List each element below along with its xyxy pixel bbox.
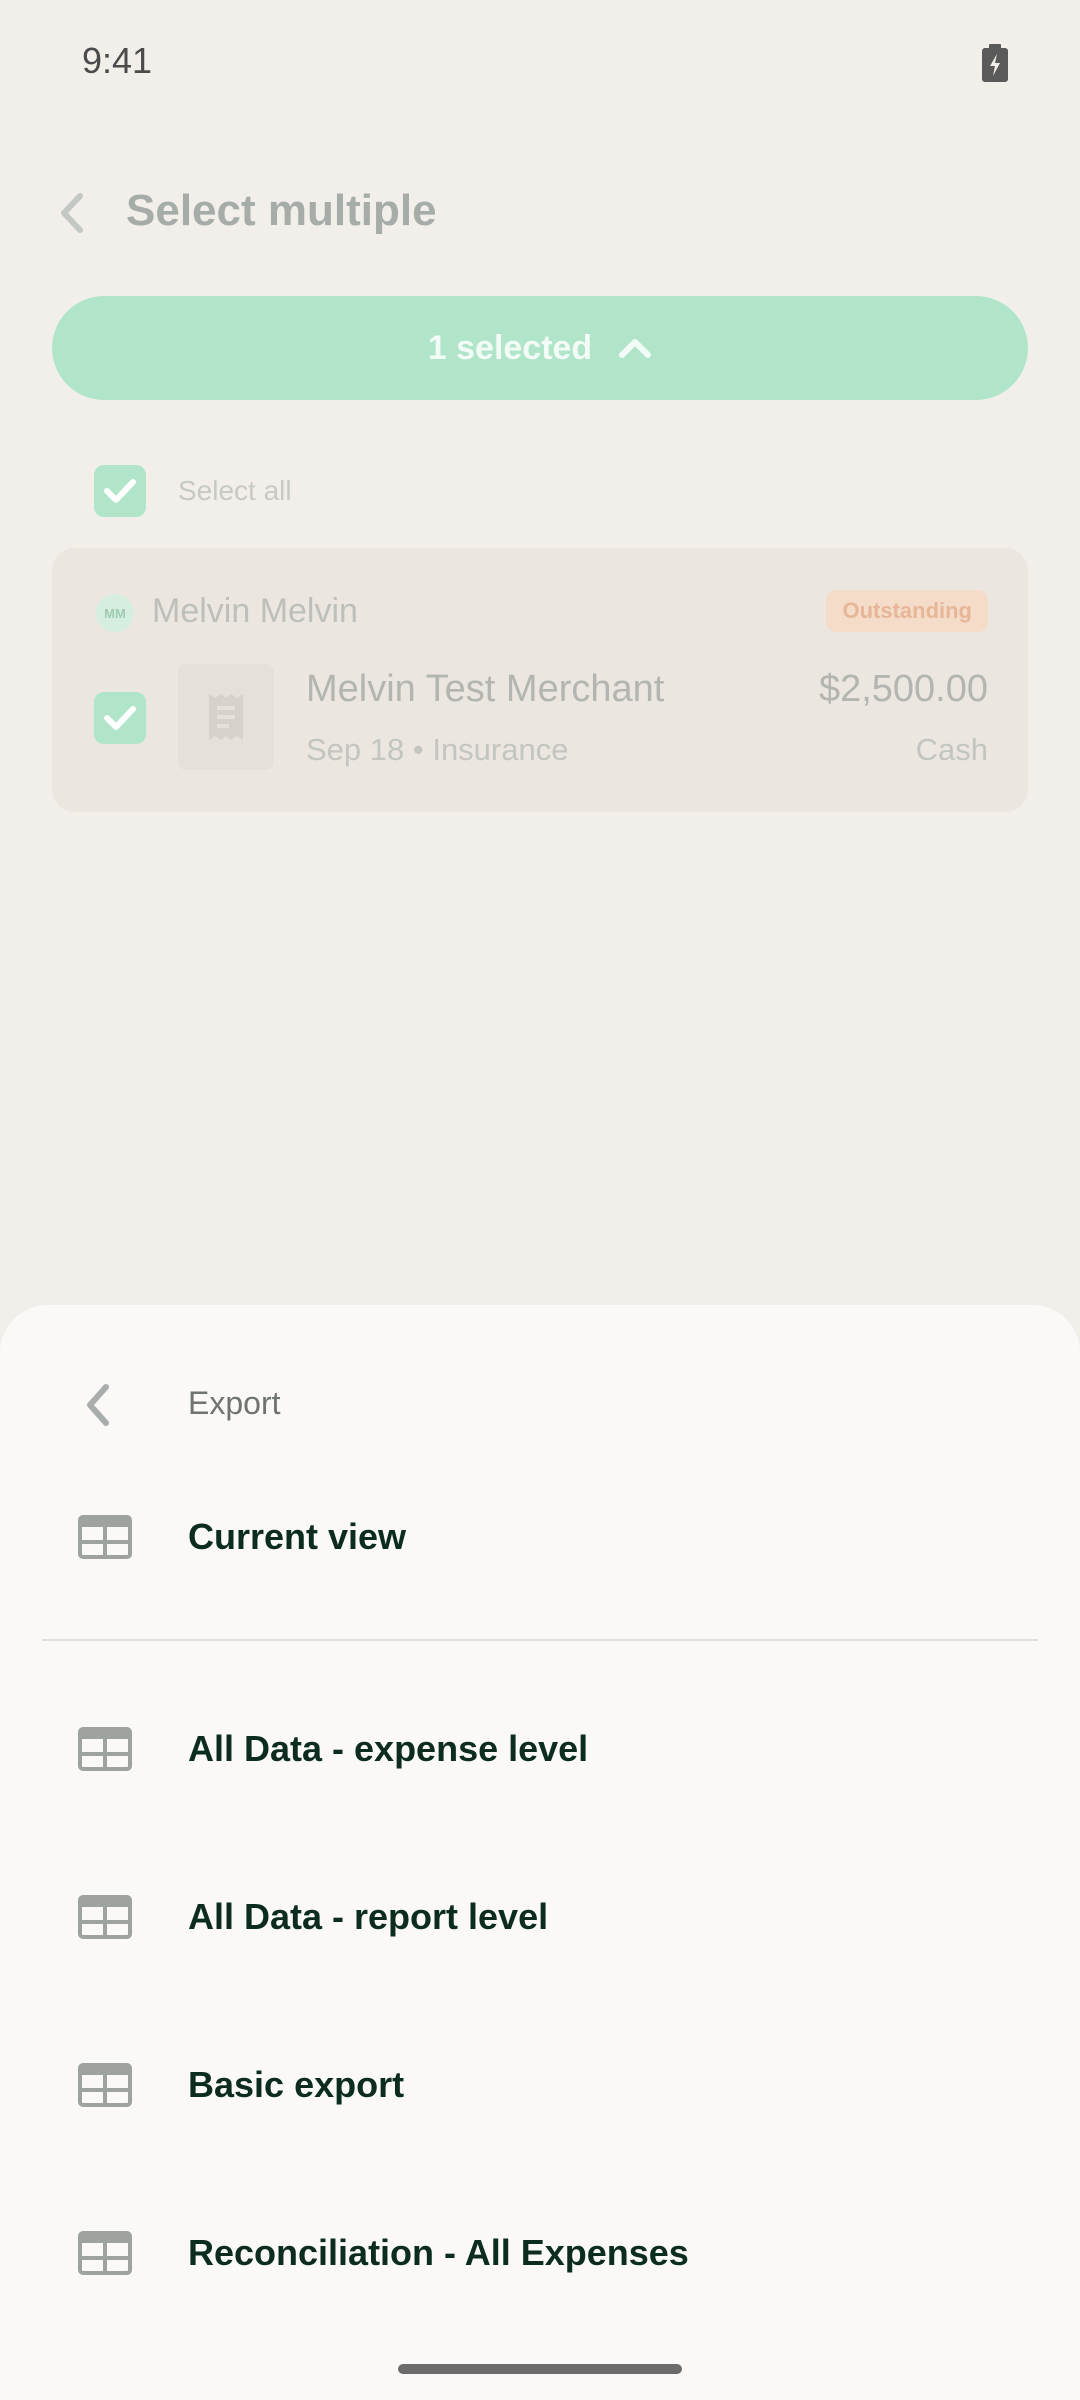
payment-type: Cash (915, 732, 988, 767)
divider (42, 1639, 1038, 1641)
status-bar: 9:41 (0, 0, 1080, 128)
selected-count-button[interactable]: 1 selected (52, 296, 1028, 400)
selected-count-label: 1 selected (427, 328, 593, 367)
checkmark-icon (104, 479, 136, 503)
expense-card[interactable]: MM Melvin Melvin Outstanding Melvin Test… (52, 548, 1028, 812)
battery-icon (982, 44, 1008, 82)
export-option-expense-level[interactable]: All Data - expense level (0, 1694, 1080, 1804)
merchant-name: Melvin Test Merchant (306, 668, 665, 710)
back-arrow-icon[interactable] (80, 1381, 116, 1429)
select-all-label: Select all (178, 475, 292, 506)
expense-checkbox[interactable] (94, 692, 146, 744)
table-icon (78, 1727, 132, 1771)
select-all-row[interactable]: Select all (94, 464, 292, 518)
table-icon (78, 2063, 132, 2107)
checkmark-icon (104, 706, 136, 730)
expense-owner: Melvin Melvin (152, 592, 358, 630)
table-icon (78, 2231, 132, 2275)
back-arrow-icon[interactable] (52, 188, 92, 238)
status-badge: Outstanding (826, 590, 988, 632)
sheet-title: Export (188, 1385, 281, 1421)
expense-amount: $2,500.00 (818, 668, 988, 710)
select-all-checkbox[interactable] (94, 465, 146, 517)
export-option-reconciliation[interactable]: Reconciliation - All Expenses (0, 2198, 1080, 2308)
export-option-current-view[interactable]: Current view (0, 1482, 1080, 1592)
avatar: MM (96, 594, 134, 632)
export-bottom-sheet: Export Current view All Data - expense l… (0, 1305, 1080, 2400)
export-option-label: Reconciliation - All Expenses (188, 2232, 689, 2273)
home-indicator[interactable] (398, 2364, 682, 2374)
export-option-label: All Data - expense level (188, 1728, 589, 1769)
sheet-header: Export (0, 1365, 1080, 1445)
expense-meta: Sep 18 • Insurance (306, 732, 569, 767)
receipt-icon (209, 694, 243, 740)
chevron-up-icon (619, 339, 652, 358)
header: Select multiple (0, 170, 1080, 256)
export-option-basic-export[interactable]: Basic export (0, 2030, 1080, 2140)
page-title: Select multiple (126, 186, 437, 235)
receipt-thumbnail[interactable] (178, 664, 274, 770)
export-option-label: Basic export (188, 2064, 405, 2105)
export-option-report-level[interactable]: All Data - report level (0, 1862, 1080, 1972)
table-icon (78, 1895, 132, 1939)
export-option-label: Current view (188, 1516, 407, 1557)
table-icon (78, 1515, 132, 1559)
export-option-label: All Data - report level (188, 1896, 549, 1937)
status-time: 9:41 (82, 40, 153, 81)
